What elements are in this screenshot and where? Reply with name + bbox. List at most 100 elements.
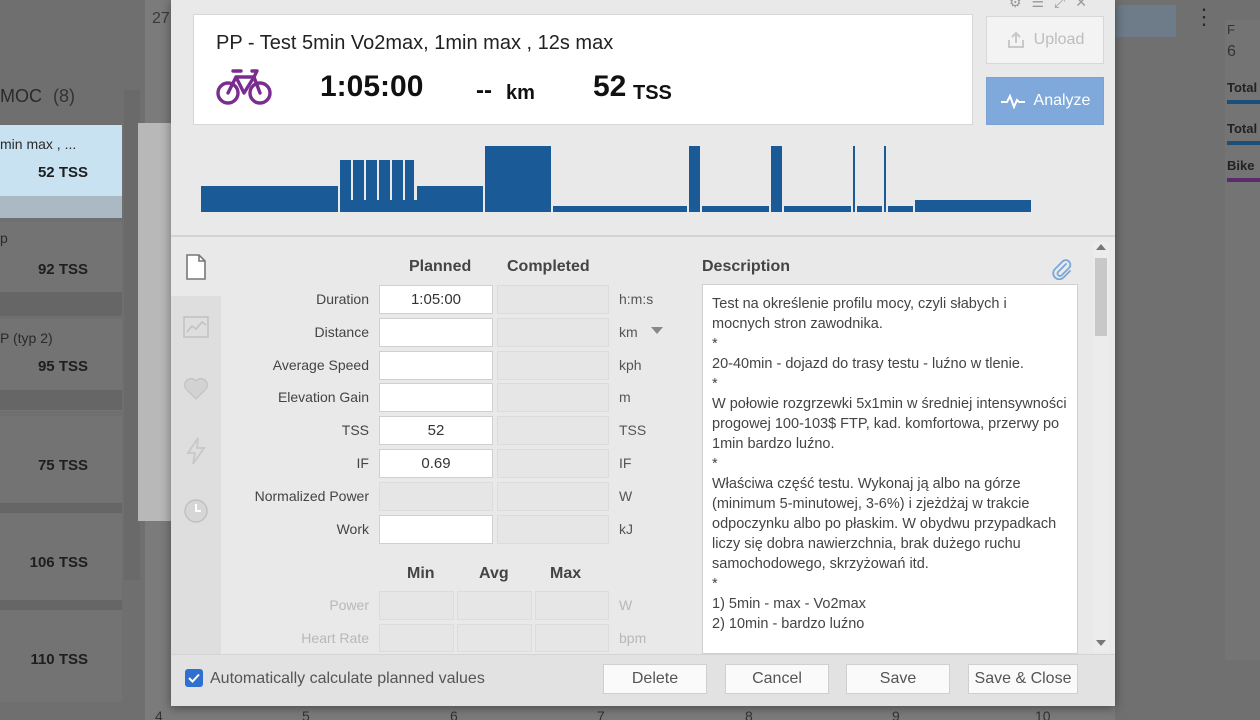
tab-summary[interactable] (171, 238, 221, 296)
work-completed-input[interactable] (497, 515, 609, 544)
checkmark-icon (188, 673, 200, 683)
if-unit: IF (619, 455, 632, 471)
workout-step-bar[interactable] (390, 200, 392, 212)
tss-unit: TSS (619, 422, 647, 438)
day-number: 6 (450, 708, 458, 720)
delete-button[interactable]: Delete (603, 664, 707, 694)
workout-step-bar[interactable] (405, 160, 414, 212)
average-speed-label: Average Speed (272, 357, 369, 373)
tss-planned-input[interactable]: 52 (379, 416, 493, 445)
calendar-day-numbers: 4 5 6 7 8 9 10 (0, 708, 1260, 720)
heart-rate-max-input[interactable] (535, 624, 609, 652)
workout-step-bar[interactable] (857, 206, 882, 212)
workout-step-bar[interactable] (485, 146, 551, 212)
normalized-power-label: Normalized Power (254, 488, 369, 504)
normalized-power-planned-input[interactable] (379, 482, 493, 511)
day-number: 5 (302, 708, 310, 720)
cancel-button[interactable]: Cancel (725, 664, 829, 694)
summary-distance: -- (476, 77, 492, 104)
description-header: Description (702, 258, 791, 275)
workout-step-bar[interactable] (351, 200, 353, 212)
expand-icon[interactable]: ⤢ (1054, 0, 1075, 10)
average-speed-completed-input[interactable] (497, 351, 609, 380)
scroll-up-icon[interactable] (1096, 244, 1106, 250)
calendar-workout-card[interactable]: 106 TSS (0, 513, 122, 605)
day-number: 9 (892, 708, 900, 720)
scroll-thumb[interactable] (1095, 258, 1107, 336)
card-title: P (typ 2) (0, 330, 53, 346)
tss-label: TSS (341, 422, 369, 438)
column-count: (8) (53, 86, 76, 106)
heart-rate-avg-input[interactable] (457, 624, 532, 652)
form-scrollbar[interactable] (1093, 242, 1109, 652)
workout-step-bar[interactable] (353, 160, 364, 212)
workout-step-bar[interactable] (403, 200, 405, 212)
modal-footer: Automatically calculate planned values D… (171, 654, 1115, 706)
workout-step-bar[interactable] (553, 206, 687, 212)
save-and-close-button[interactable]: Save & Close (968, 664, 1078, 694)
auto-calculate-label[interactable]: Automatically calculate planned values (210, 670, 485, 688)
workout-step-bar[interactable] (689, 146, 700, 212)
elevation-gain-label: Elevation Gain (277, 389, 369, 405)
panel-label: Total (1227, 80, 1258, 95)
workout-step-bar[interactable] (888, 206, 913, 212)
if-completed-input[interactable] (497, 449, 609, 478)
workout-title[interactable]: PP - Test 5min Vo2max, 1min max , 12s ma… (216, 32, 613, 55)
paperclip-icon[interactable] (1051, 258, 1073, 280)
workout-step-bar[interactable] (366, 160, 377, 212)
elevation-gain-planned-input[interactable] (379, 383, 493, 412)
card-tss: 95 TSS (37, 358, 88, 375)
workout-step-bar[interactable] (379, 160, 390, 212)
more-options-icon[interactable]: ⋮ (1193, 4, 1215, 30)
summary-duration: 1:05:00 (320, 70, 424, 103)
if-planned-input[interactable]: 0.69 (379, 449, 493, 478)
workout-step-bar[interactable] (392, 160, 403, 212)
card-tss: 75 TSS (37, 457, 88, 474)
workout-step-bar[interactable] (784, 206, 851, 212)
elevation-gain-completed-input[interactable] (497, 383, 609, 412)
analyze-button[interactable]: Analyze (986, 77, 1104, 125)
workout-step-bar[interactable] (702, 206, 769, 212)
workout-step-bar[interactable] (417, 186, 483, 212)
workout-step-bar[interactable] (201, 186, 338, 212)
summary-tss: 52 (593, 70, 627, 103)
upload-button[interactable]: Upload (986, 16, 1104, 64)
background-calendar: MOC (8) min max , ... 52 TSS p 92 TSS P … (0, 0, 145, 720)
heart-rate-min-input[interactable] (379, 624, 454, 652)
scroll-down-icon[interactable] (1096, 640, 1106, 646)
workout-step-bar[interactable] (364, 200, 366, 212)
workout-step-bar[interactable] (915, 200, 1031, 212)
distance-unit-dropdown-icon[interactable] (651, 327, 663, 334)
day-number: 8 (745, 708, 753, 720)
distance-completed-input[interactable] (497, 318, 609, 347)
power-min-input[interactable] (379, 591, 454, 620)
power-avg-input[interactable] (457, 591, 532, 620)
workout-step-bar[interactable] (771, 146, 782, 212)
settings-icon[interactable]: ⚙ (1009, 0, 1032, 10)
menu-icon[interactable]: ☰ (1032, 0, 1055, 10)
average-speed-planned-input[interactable] (379, 351, 493, 380)
close-icon[interactable]: ✕ (1075, 0, 1097, 10)
duration-planned-input[interactable]: 1:05:00 (379, 285, 493, 314)
save-button[interactable]: Save (846, 664, 950, 694)
normalized-power-completed-input[interactable] (497, 482, 609, 511)
description-textarea[interactable]: Test na określenie profilu mocy, czyli s… (702, 284, 1078, 654)
workout-step-bar[interactable] (853, 146, 855, 212)
power-max-input[interactable] (535, 591, 609, 620)
distance-planned-input[interactable] (379, 318, 493, 347)
column-title: MOC (0, 86, 42, 106)
work-planned-input[interactable] (379, 515, 493, 544)
auto-calculate-checkbox[interactable] (185, 669, 203, 687)
workout-step-bar[interactable] (340, 160, 351, 212)
workout-step-bar[interactable] (377, 200, 379, 212)
completed-column-header: Completed (507, 258, 590, 275)
workout-step-bar[interactable] (414, 200, 417, 212)
calendar-workout-card[interactable]: 110 TSS (0, 610, 122, 702)
workout-step-bar[interactable] (884, 146, 886, 212)
average-speed-unit: kph (619, 357, 642, 373)
panel-label: Total (1227, 121, 1258, 136)
calendar-workout-card[interactable]: 75 TSS (0, 416, 122, 508)
tss-completed-input[interactable] (497, 416, 609, 445)
card-title: p (0, 230, 8, 246)
duration-completed-input[interactable] (497, 285, 609, 314)
